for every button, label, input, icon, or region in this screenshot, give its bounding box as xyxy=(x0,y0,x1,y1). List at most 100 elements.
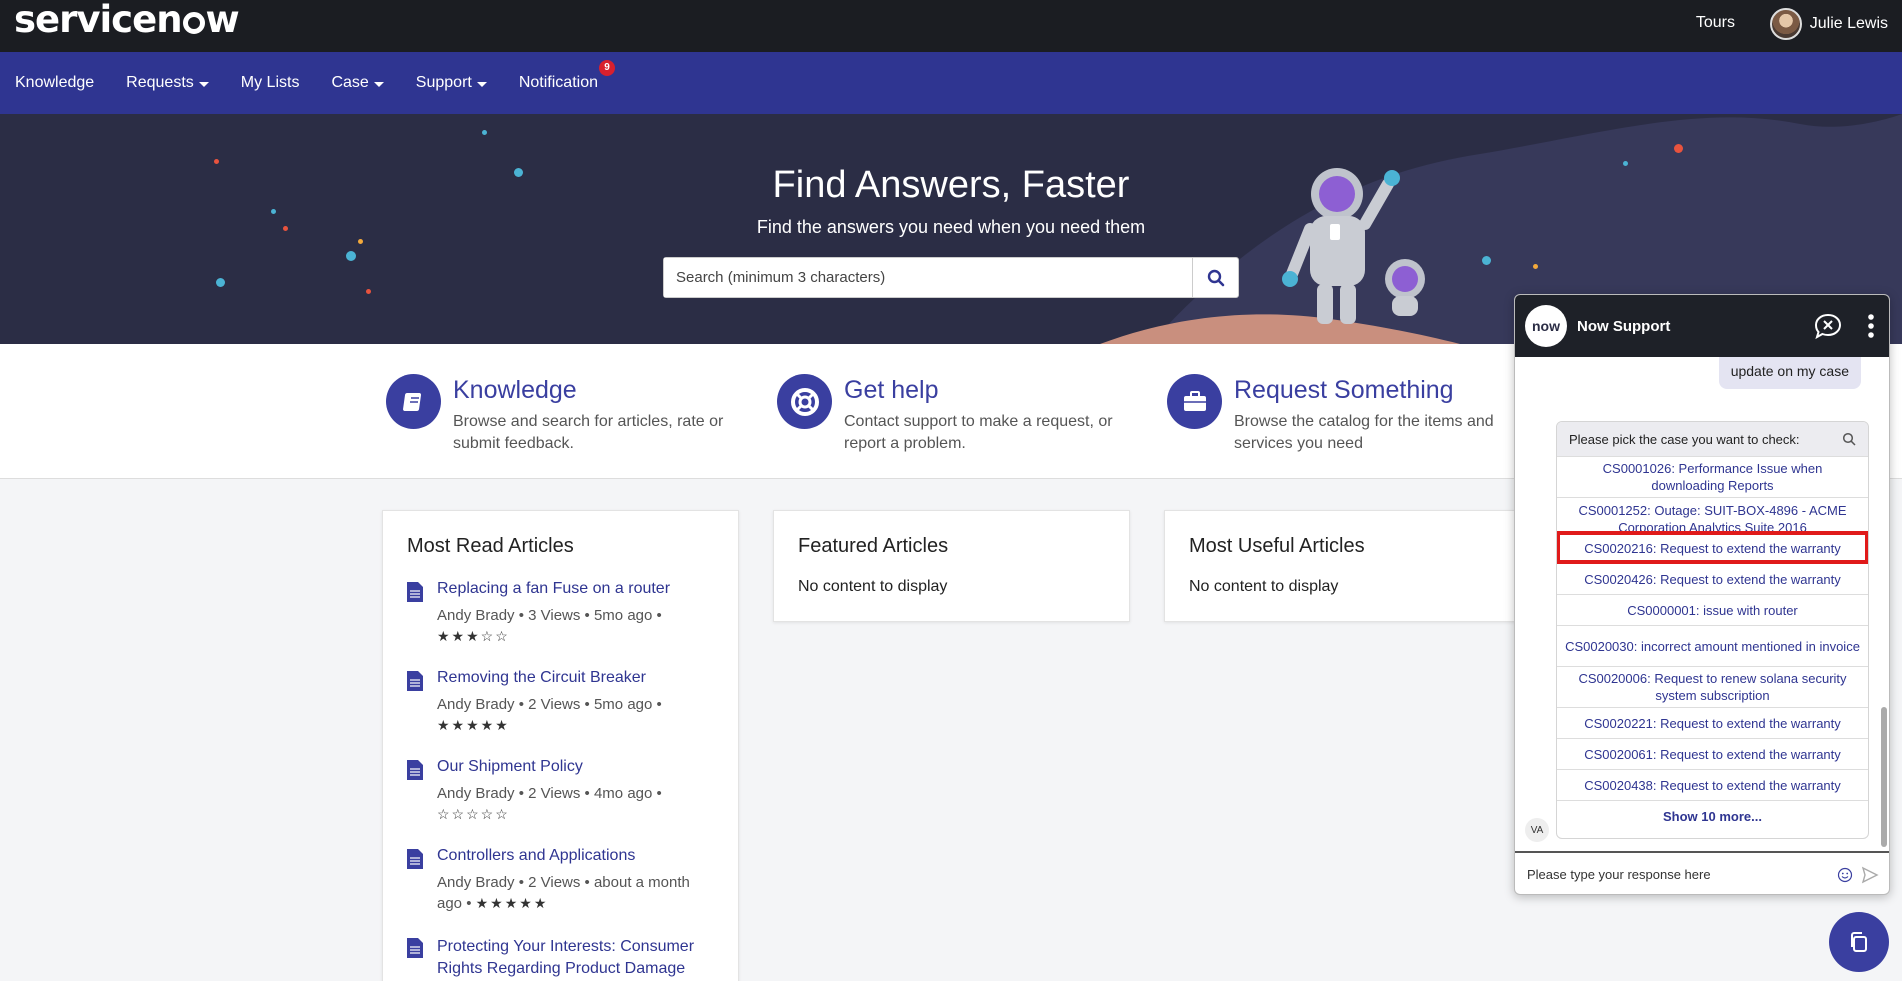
case-option[interactable]: CS0020221: Request to extend the warrant… xyxy=(1557,707,1868,738)
case-option[interactable]: CS0020061: Request to extend the warrant… xyxy=(1557,738,1868,769)
nav-case-label: Case xyxy=(331,74,369,91)
case-option[interactable]: CS0001252: Outage: SUIT-BOX-4896 - ACME … xyxy=(1557,497,1868,532)
caret-down-icon xyxy=(373,82,384,87)
card-title: Featured Articles xyxy=(798,535,949,557)
article-link[interactable]: Our Shipment Policy xyxy=(437,758,662,776)
nav-case[interactable]: Case xyxy=(331,74,384,92)
rating-stars: ★★★☆☆ xyxy=(437,628,510,644)
servicenow-logo[interactable]: servicen w xyxy=(14,0,240,41)
hero-title: Find Answers, Faster xyxy=(772,164,1130,206)
category-description: Contact support to make a request, or re… xyxy=(844,413,1113,452)
article-meta: Andy Brady • 3 Views • 5mo ago • xyxy=(437,607,662,624)
notification-badge: 9 xyxy=(599,60,615,76)
case-picker: Please pick the case you want to check: … xyxy=(1556,421,1869,839)
star-dot xyxy=(346,251,356,261)
category-description: Browse the catalog for the items and ser… xyxy=(1234,413,1494,452)
nav-knowledge-label: Knowledge xyxy=(15,74,95,91)
category-title[interactable]: Get help xyxy=(844,376,1144,405)
search-button[interactable] xyxy=(1192,258,1238,297)
case-option[interactable]: CS0001026: Performance Issue when downlo… xyxy=(1557,456,1868,497)
list-item: Replacing a fan Fuse on a router Andy Br… xyxy=(407,580,714,647)
search-bar xyxy=(663,257,1239,298)
list-item: Removing the Circuit Breaker Andy Brady … xyxy=(407,669,714,736)
card-title: Most Read Articles xyxy=(407,535,574,557)
search-input[interactable] xyxy=(664,258,1192,297)
lifebuoy-icon xyxy=(777,374,832,429)
user-menu[interactable]: Julie Lewis xyxy=(1769,8,1888,40)
end-conversation-icon[interactable] xyxy=(1813,312,1843,340)
case-option-selected[interactable]: CS0020216: Request to extend the warrant… xyxy=(1557,531,1868,564)
case-option[interactable]: CS0020006: Request to renew solana secur… xyxy=(1557,666,1868,707)
article-link[interactable]: Removing the Circuit Breaker xyxy=(437,669,662,687)
nav-my-lists[interactable]: My Lists xyxy=(241,74,300,92)
rating-stars: ☆☆☆☆☆ xyxy=(437,806,510,822)
star-dot xyxy=(1674,144,1683,153)
category-title[interactable]: Knowledge xyxy=(453,376,753,405)
tours-link[interactable]: Tours xyxy=(1696,14,1735,32)
category-description: Browse and search for articles, rate or … xyxy=(453,413,724,452)
chat-scrollbar[interactable] xyxy=(1881,707,1887,847)
article-link[interactable]: Replacing a fan Fuse on a router xyxy=(437,580,670,598)
search-icon xyxy=(1207,269,1224,286)
avatar xyxy=(1769,8,1802,40)
star-dot xyxy=(358,239,363,244)
search-icon[interactable] xyxy=(1842,432,1856,446)
nav-knowledge[interactable]: Knowledge xyxy=(15,74,94,92)
featured-articles-card: Featured Articles No content to display xyxy=(773,510,1130,622)
document-icon xyxy=(407,938,423,958)
nav-notification[interactable]: Notification 9 xyxy=(518,60,615,92)
nav-my-lists-label: My Lists xyxy=(240,74,300,91)
more-options-icon[interactable] xyxy=(1863,312,1879,340)
nav-requests[interactable]: Requests xyxy=(126,74,209,92)
user-name: Julie Lewis xyxy=(1809,15,1888,32)
list-item: Our Shipment Policy Andy Brady • 2 Views… xyxy=(407,758,714,825)
document-icon xyxy=(407,849,423,869)
picker-header: Please pick the case you want to check: xyxy=(1557,422,1868,456)
user-message: update on my case xyxy=(1718,357,1861,389)
most-useful-articles-card: Most Useful Articles No content to displ… xyxy=(1164,510,1521,622)
star-dot xyxy=(1533,264,1538,269)
chat-launcher-button[interactable] xyxy=(1829,912,1889,972)
star-dot xyxy=(366,289,371,294)
article-meta: Andy Brady • 2 Views • 4mo ago • xyxy=(437,785,662,802)
case-option[interactable]: CS0020426: Request to extend the warrant… xyxy=(1557,563,1868,594)
category-knowledge[interactable]: Knowledge Browse and search for articles… xyxy=(386,374,753,455)
empty-message: No content to display xyxy=(798,578,948,595)
book-icon xyxy=(386,374,441,429)
send-icon[interactable] xyxy=(1861,866,1879,884)
case-option[interactable]: CS0000001: issue with router xyxy=(1557,594,1868,625)
card-title: Most Useful Articles xyxy=(1189,535,1365,557)
case-option[interactable]: CS0020438: Request to extend the warrant… xyxy=(1557,769,1868,800)
case-option[interactable]: CS0020030: incorrect amount mentioned in… xyxy=(1557,625,1868,666)
chat-header: now Now Support xyxy=(1515,295,1889,357)
nav-notification-label: Notification xyxy=(518,74,598,91)
chat-response-input[interactable] xyxy=(1527,867,1829,882)
document-icon xyxy=(407,582,423,602)
briefcase-icon xyxy=(1167,374,1222,429)
picker-prompt: Please pick the case you want to check: xyxy=(1569,431,1800,447)
caret-down-icon xyxy=(198,82,209,87)
category-title[interactable]: Request Something xyxy=(1234,376,1534,405)
hero-subtitle: Find the answers you need when you need … xyxy=(756,217,1146,237)
top-bar: servicen w Tours Julie Lewis xyxy=(0,0,1902,52)
chat-messages: update on my case Please pick the case y… xyxy=(1515,357,1889,847)
category-get-help[interactable]: Get help Contact support to make a reque… xyxy=(777,374,1144,455)
most-read-articles-card: Most Read Articles Replacing a fan Fuse … xyxy=(382,510,739,981)
va-avatar: VA xyxy=(1525,818,1549,842)
star-dot xyxy=(271,209,276,214)
list-item: Protecting Your Interests: Consumer Righ… xyxy=(407,936,714,980)
nav-requests-label: Requests xyxy=(126,74,194,91)
nav-support[interactable]: Support xyxy=(416,74,487,92)
emoji-icon[interactable] xyxy=(1837,867,1853,883)
chat-input-row xyxy=(1515,851,1889,894)
show-more-button[interactable]: Show 10 more... xyxy=(1557,800,1868,831)
category-request-something[interactable]: Request Something Browse the catalog for… xyxy=(1167,374,1534,455)
article-link[interactable]: Protecting Your Interests: Consumer Righ… xyxy=(437,936,714,980)
document-icon xyxy=(407,671,423,691)
star-dot xyxy=(482,130,487,135)
rating-stars: ★★★★★ xyxy=(475,895,549,911)
document-icon xyxy=(407,760,423,780)
main-nav: Knowledge Requests My Lists Case Support… xyxy=(0,52,1902,114)
article-link[interactable]: Controllers and Applications xyxy=(437,847,714,865)
rating-stars: ★★★★★ xyxy=(437,717,510,733)
